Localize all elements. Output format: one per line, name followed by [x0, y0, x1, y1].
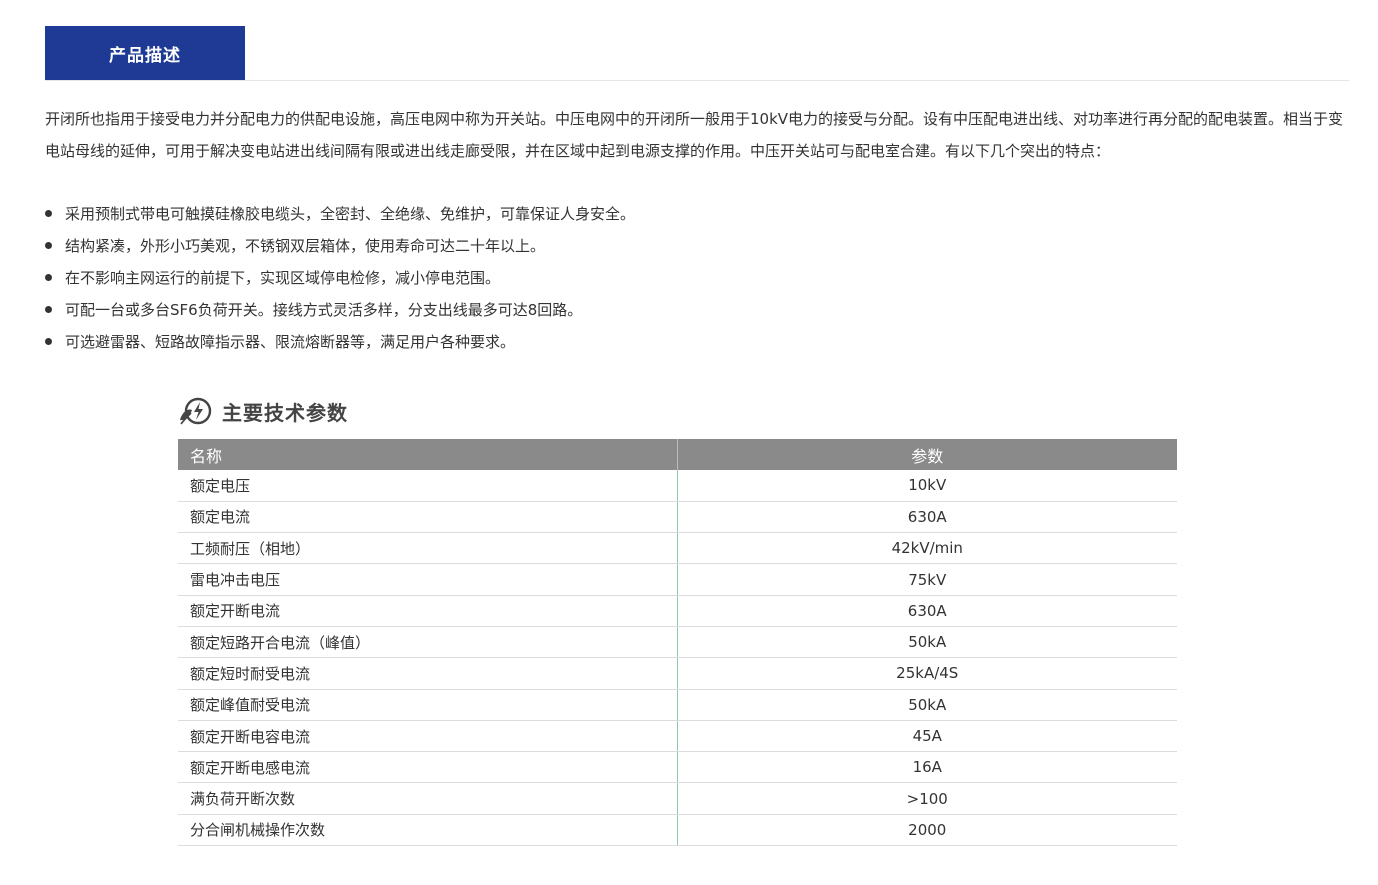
table-row: 额定短时耐受电流 25kA/4S [178, 657, 1177, 690]
cell-name: 额定峰值耐受电流 [178, 689, 678, 721]
list-item: 结构紧凑，外形小巧美观，不锈钢双层箱体，使用寿命可达二十年以上。 [45, 230, 1245, 262]
cell-value: 75kV [677, 563, 1177, 596]
spec-table: 名称 参数 额定电压 10kV 额定电流 630A 工频耐压（相地） 42kV/min… [178, 439, 1177, 847]
table-row: 雷电冲击电压 75kV [178, 563, 1177, 596]
table-row: 额定电压 10kV [178, 470, 1177, 502]
product-page: 产品描述 开闭所也指用于接受电力并分配电力的供配电设施，高压电网中称为开关站。中… [0, 0, 1378, 885]
tab-bar: 产品描述 [45, 26, 1349, 81]
bullet-icon [45, 242, 52, 249]
cell-name: 额定电压 [178, 470, 678, 502]
list-item: 采用预制式带电可触摸硅橡胶电缆头，全密封、全绝缘、免维护，可靠保证人身安全。 [45, 198, 1245, 230]
cell-name: 工频耐压（相地） [178, 532, 678, 565]
bullet-icon [45, 274, 52, 281]
list-item: 在不影响主网运行的前提下，实现区域停电检修，减小停电范围。 [45, 262, 1245, 294]
cell-value: 630A [677, 501, 1177, 534]
table-header-row: 名称 参数 [178, 439, 1177, 470]
cell-value: 2000 [677, 814, 1177, 847]
table-row: 额定电流 630A [178, 501, 1177, 534]
bullet-icon [45, 338, 52, 345]
feature-text: 可选避雷器、短路故障指示器、限流熔断器等，满足用户各种要求。 [65, 333, 516, 351]
cell-value: >100 [677, 782, 1177, 815]
cell-value: 45A [677, 720, 1177, 753]
cell-value: 50kA [677, 626, 1177, 659]
header-name: 名称 [178, 439, 678, 470]
feature-text: 结构紧凑，外形小巧美观，不锈钢双层箱体，使用寿命可达二十年以上。 [65, 237, 546, 255]
cell-value: 16A [677, 751, 1177, 784]
table-row: 满负荷开断次数 >100 [178, 782, 1177, 815]
table-row: 额定开断电感电流 16A [178, 751, 1177, 784]
cell-name: 额定短路开合电流（峰值） [178, 626, 678, 659]
table-row: 工频耐压（相地） 42kV/min [178, 532, 1177, 565]
cell-value: 50kA [677, 689, 1177, 721]
section-heading: 主要技术参数 [178, 393, 348, 429]
cell-name: 雷电冲击电压 [178, 563, 678, 596]
cell-name: 分合闸机械操作次数 [178, 814, 678, 847]
bullet-icon [45, 306, 52, 313]
feature-text: 可配一台或多台SF6负荷开关。接线方式灵活多样，分支出线最多可达8回路。 [65, 301, 583, 319]
cell-value: 630A [677, 595, 1177, 627]
feature-text: 在不影响主网运行的前提下，实现区域停电检修，减小停电范围。 [65, 269, 501, 287]
table-row: 额定开断电流 630A [178, 595, 1177, 627]
table-row: 额定开断电容电流 45A [178, 720, 1177, 753]
section-title: 主要技术参数 [222, 400, 348, 425]
cell-name: 额定开断电感电流 [178, 751, 678, 784]
table-row: 额定短路开合电流（峰值） 50kA [178, 626, 1177, 659]
intro-paragraph: 开闭所也指用于接受电力并分配电力的供配电设施，高压电网中称为开关站。中压电网中的… [45, 110, 1344, 160]
header-value: 参数 [677, 439, 1177, 470]
cell-name: 额定电流 [178, 501, 678, 534]
bullet-icon [45, 210, 52, 217]
tab-product-description[interactable]: 产品描述 [45, 26, 245, 80]
list-item: 可配一台或多台SF6负荷开关。接线方式灵活多样，分支出线最多可达8回路。 [45, 294, 1245, 326]
feature-text: 采用预制式带电可触摸硅橡胶电缆头，全密封、全绝缘、免维护，可靠保证人身安全。 [65, 205, 636, 223]
cell-name: 额定开断电流 [178, 595, 678, 627]
cell-name: 额定短时耐受电流 [178, 657, 678, 690]
table-row: 额定峰值耐受电流 50kA [178, 689, 1177, 721]
list-item: 可选避雷器、短路故障指示器、限流熔断器等，满足用户各种要求。 [45, 326, 1245, 358]
feature-list: 采用预制式带电可触摸硅橡胶电缆头，全密封、全绝缘、免维护，可靠保证人身安全。 结… [45, 198, 1245, 358]
cell-name: 额定开断电容电流 [178, 720, 678, 753]
cell-value: 42kV/min [677, 532, 1177, 565]
cell-value: 10kV [677, 470, 1177, 502]
cell-name: 满负荷开断次数 [178, 782, 678, 815]
eco-lightning-icon [180, 397, 212, 425]
cell-value: 25kA/4S [677, 657, 1177, 690]
table-row: 分合闸机械操作次数 2000 [178, 814, 1177, 847]
